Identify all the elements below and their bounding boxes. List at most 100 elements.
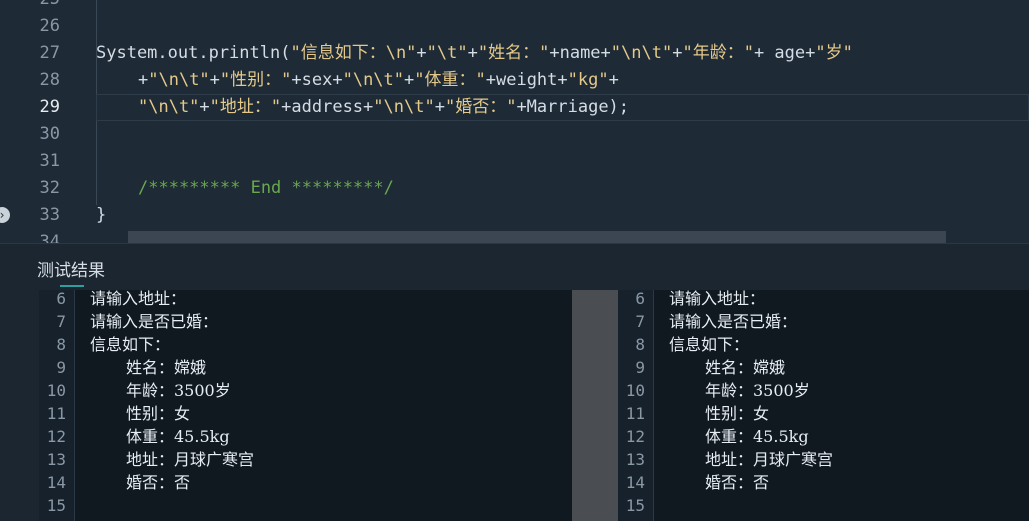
code-token: + — [199, 97, 210, 117]
string-token: "岁" — [815, 43, 853, 63]
code-text: "\n\t"+"地址："+address+"\n\t"+"婚否："+Marria… — [138, 94, 629, 121]
code-line[interactable]: 29 "\n\t"+"地址："+address+"\n\t"+"婚否："+Marr… — [0, 94, 1029, 121]
output-line: 11 性别：女 — [39, 402, 572, 425]
output-line: 10 年龄：3500岁 — [618, 379, 1029, 402]
results-panel-header: 测试结果 — [0, 243, 1029, 291]
code-token: + age+ — [753, 43, 816, 63]
output-line: 7 请输入是否已婚： — [618, 310, 1029, 333]
code-token: +sex+ — [291, 70, 343, 90]
string-token: "地址：" — [209, 97, 282, 117]
output-line-number: 8 — [56, 335, 66, 354]
line-number: 27 — [39, 43, 60, 63]
output-text: 体重：45.5kg — [126, 427, 230, 446]
output-line: 6 请输入地址： — [39, 290, 572, 310]
code-line[interactable]: 31 — [0, 148, 1029, 175]
output-line-number: 14 — [46, 473, 66, 492]
output-text: 性别：女 — [126, 404, 191, 423]
line-number: 32 — [39, 178, 60, 198]
output-line: 9 姓名：嫦娥 — [618, 356, 1029, 379]
output-line-number: 12 — [625, 427, 645, 446]
code-line[interactable]: 28 +"\n\t"+"性别："+sex+"\n\t"+"体重："+weight+… — [0, 67, 1029, 94]
output-text: 请输入是否已婚： — [90, 312, 219, 331]
code-line[interactable]: 27 System.out.println("信息如下：\n"+"\t"+"姓名：… — [0, 40, 1029, 67]
active-tab-indicator — [60, 285, 84, 287]
string-token: "\n\t" — [610, 43, 673, 63]
horizontal-scrollbar[interactable] — [128, 231, 946, 243]
output-line-number: 10 — [625, 381, 645, 400]
code-token: +Marriage); — [516, 97, 630, 117]
output-text: 姓名：嫦娥 — [126, 358, 207, 377]
output-text: 地址：月球广寒宫 — [126, 450, 255, 469]
output-text: 请输入是否已婚： — [669, 312, 798, 331]
output-line: 9 姓名：嫦娥 — [39, 356, 572, 379]
code-token: + — [672, 43, 683, 63]
output-line-number: 13 — [46, 450, 66, 469]
code-line[interactable]: 33} — [0, 202, 1029, 229]
line-number: 34 — [39, 232, 60, 243]
expected-output-pane[interactable]: 6 请输入地址： 7 请输入是否已婚： 8 信息如下： 9 姓名：嫦娥 10 年龄：3500岁 11… — [39, 290, 572, 521]
string-token: "婚否：" — [444, 97, 517, 117]
code-text: /********* End *********/ — [138, 175, 394, 202]
line-number: 28 — [39, 70, 60, 90]
output-line: 12 体重：45.5kg — [618, 425, 1029, 448]
code-token: +address+ — [281, 97, 374, 117]
code-text: +"\n\t"+"性别："+sex+"\n\t"+"体重："+weight+"k… — [138, 67, 619, 94]
output-text: 请输入地址： — [90, 290, 187, 308]
output-line-number: 10 — [46, 381, 66, 400]
output-line: 14 婚否：否 — [618, 471, 1029, 494]
code-token: + — [434, 97, 445, 117]
output-line: 14 婚否：否 — [39, 471, 572, 494]
output-text: 信息如下： — [90, 335, 171, 354]
output-line-number: 6 — [635, 290, 645, 308]
output-text: 体重：45.5kg — [705, 427, 809, 446]
code-editor[interactable]: 252627System.out.println("信息如下：\n"+"\t"+… — [0, 0, 1029, 243]
code-token: + — [404, 70, 415, 90]
code-token: +weight+ — [485, 70, 568, 90]
output-line-number: 11 — [625, 404, 645, 423]
output-line: 10 年龄：3500岁 — [39, 379, 572, 402]
pane-scrollbar[interactable] — [572, 290, 618, 521]
actual-output-pane[interactable]: 6 请输入地址： 7 请输入是否已婚： 8 信息如下： 9 姓名：嫦娥 10 年龄：3500岁 11… — [618, 290, 1029, 521]
string-token: "信息如下：\n" — [290, 43, 417, 63]
code-token: } — [96, 205, 107, 225]
output-text: 年龄：3500岁 — [126, 381, 231, 400]
output-text: 请输入地址： — [669, 290, 766, 308]
code-token: +name+ — [549, 43, 611, 63]
output-line: 8 信息如下： — [618, 333, 1029, 356]
string-token: "\n\t" — [373, 97, 435, 117]
output-line-number: 8 — [635, 335, 645, 354]
tab-test-results[interactable]: 测试结果 — [37, 256, 105, 281]
line-number: 25 — [0, 0, 60, 13]
string-token: "kg" — [567, 70, 609, 90]
code-line[interactable]: 30 — [0, 121, 1029, 148]
output-line-number: 11 — [46, 404, 66, 423]
output-text: 婚否：否 — [126, 473, 191, 492]
line-number: 31 — [39, 151, 60, 171]
output-line-number: 13 — [625, 450, 645, 469]
output-line: 15 — [39, 494, 572, 517]
output-text: 姓名：嫦娥 — [705, 358, 786, 377]
output-text: 信息如下： — [669, 335, 750, 354]
string-token: "姓名：" — [477, 43, 550, 63]
code-line[interactable]: 32 /********* End *********/ — [0, 175, 1029, 202]
code-text: } — [96, 202, 106, 229]
code-text: System.out.println("信息如下：\n"+"\t"+"姓名："+… — [96, 40, 853, 67]
string-token: "体重：" — [414, 70, 486, 90]
string-token: "年龄：" — [682, 43, 754, 63]
code-line[interactable]: 26 — [0, 13, 1029, 40]
results-left-margin — [0, 290, 39, 521]
output-text: 性别：女 — [705, 404, 770, 423]
output-line-number: 9 — [56, 358, 66, 377]
output-line-number: 7 — [56, 312, 66, 331]
output-text: 地址：月球广寒宫 — [705, 450, 834, 469]
output-line-number: 15 — [625, 496, 645, 515]
code-line[interactable]: 25 — [0, 0, 1029, 13]
output-text: 年龄：3500岁 — [705, 381, 810, 400]
output-text: 婚否：否 — [705, 473, 770, 492]
string-token: "\n\t" — [138, 97, 200, 117]
output-line: 7 请输入是否已婚： — [39, 310, 572, 333]
code-token: System.out.println( — [96, 43, 291, 63]
code-token: + — [608, 70, 619, 90]
line-number: 29 — [39, 97, 60, 117]
output-line: 12 体重：45.5kg — [39, 425, 572, 448]
